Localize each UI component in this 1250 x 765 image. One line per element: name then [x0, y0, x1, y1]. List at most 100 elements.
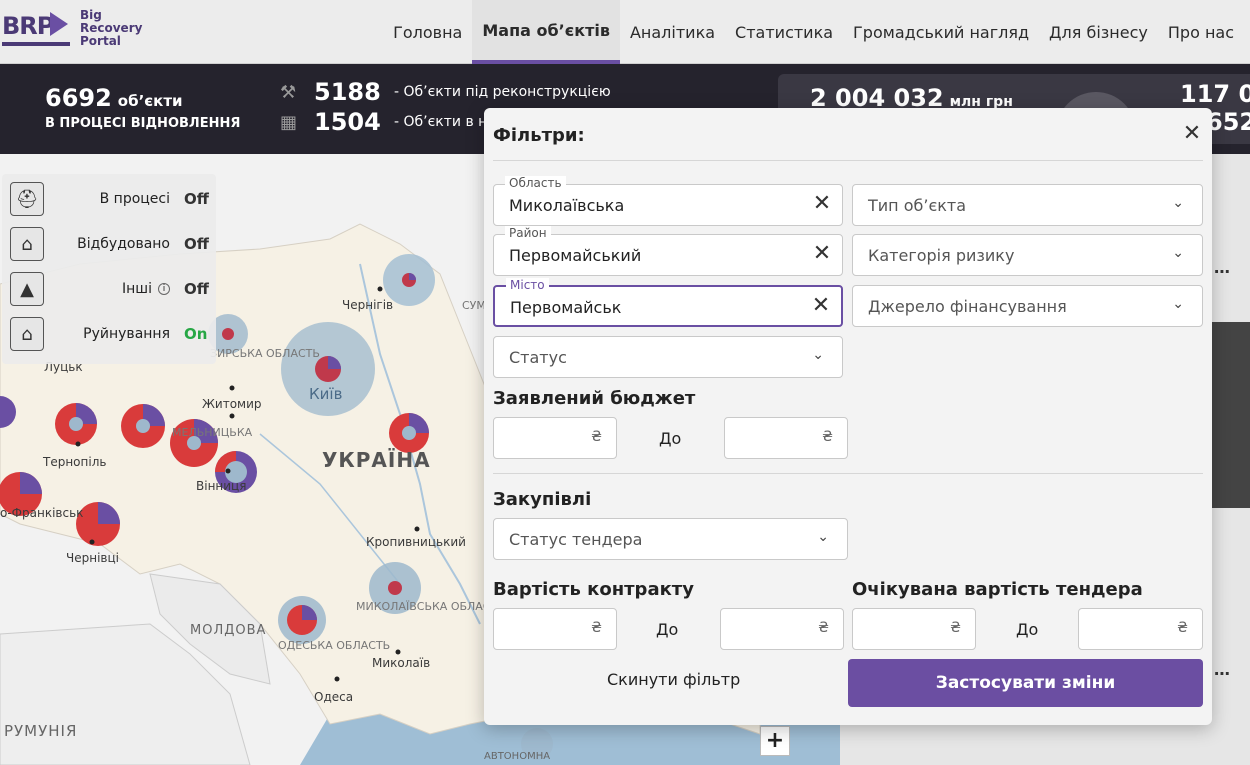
legend-item-rebuilt[interactable]: ⌂ Відбудовано Off: [10, 225, 210, 263]
total-objects-count: 6692: [45, 84, 112, 112]
info-icon[interactable]: i: [158, 283, 170, 295]
clear-icon[interactable]: ✕: [809, 293, 833, 319]
object-photo: [1210, 322, 1250, 508]
nav-item-statistics[interactable]: Статистика: [725, 0, 843, 64]
oblast-value: Миколаївська: [509, 196, 625, 215]
legend-toggle-state[interactable]: On: [184, 325, 210, 343]
country-label-ukraine: УКРАЇНА: [322, 448, 431, 472]
legend-toggle-state[interactable]: Off: [184, 280, 210, 298]
object-type-placeholder: Тип об’єкта: [868, 196, 967, 215]
region-label-odesa: ОДЕСЬКА ОБЛАСТЬ: [278, 640, 390, 652]
currency-sign: ₴: [822, 429, 833, 445]
logo-mark-text: BRP: [2, 12, 54, 40]
modal-title: Фільтри:: [493, 125, 585, 146]
divider: [493, 473, 1203, 474]
legend-label: Відбудовано: [77, 236, 170, 252]
hammer-icon: ⚒: [280, 82, 297, 103]
new-objects-count: 1504: [314, 108, 381, 136]
funding-source-select[interactable]: Джерело фінансування ⌄: [852, 285, 1203, 327]
clear-icon[interactable]: ✕: [810, 191, 834, 217]
zoom-in-button[interactable]: +: [760, 726, 790, 756]
divider: [493, 160, 1203, 161]
risk-category-placeholder: Категорія ризику: [868, 246, 1015, 265]
region-label-mykolaiv: МИКОЛАЇВСЬКА ОБЛАСТЬ: [356, 600, 505, 613]
country-label-romania: РУМУНІЯ: [4, 722, 78, 740]
helmet-icon: ⛑: [10, 182, 44, 216]
object-type-select[interactable]: Тип об’єкта ⌄: [852, 184, 1203, 226]
legend-toggle-state[interactable]: Off: [184, 235, 210, 253]
budget-to-label: До: [659, 429, 682, 448]
city-label-kyiv: Київ: [309, 385, 343, 403]
city-label: Місто: [506, 278, 549, 292]
tender-status-select[interactable]: Статус тендера ⌄: [493, 518, 848, 560]
new-objects-label: - Об’єкти в но: [394, 114, 496, 130]
city-label-vinnytsia: Вінниця: [196, 479, 247, 493]
brick-icon: ▦: [280, 112, 298, 133]
currency-sign: ₴: [1177, 620, 1188, 636]
clear-icon[interactable]: ✕: [810, 241, 834, 267]
city-field[interactable]: Місто Первомайськ ✕: [493, 278, 843, 327]
region-label-sumy: СУМ: [462, 299, 486, 312]
close-icon[interactable]: ✕: [1180, 122, 1204, 146]
chevron-down-icon: ⌄: [1172, 245, 1184, 261]
city-label-kropyvnytskyi: Кропивницький: [366, 535, 466, 549]
legend-item-destruction[interactable]: ⌂ Руйнування On: [10, 315, 210, 353]
total-objects-caption: В ПРОЦЕСІ ВІДНОВЛЕННЯ: [45, 116, 241, 131]
more-options-icon[interactable]: ⋯: [1214, 262, 1230, 281]
reconstruction-label: - Об’єкти під реконструкцією: [394, 84, 611, 100]
total-objects-stat: 6692 об’єкти В ПРОЦЕСІ ВІДНОВЛЕННЯ: [45, 84, 240, 131]
brp-logo-icon: BRP: [0, 8, 74, 48]
main-nav: Головна Мапа об’єктів Аналітика Статисти…: [383, 0, 1244, 64]
budget-from-input[interactable]: ₴: [493, 417, 617, 459]
map-layer-legend: ⛑ В процесі Off ⌂ Відбудовано Off ▲ Інші…: [2, 174, 216, 364]
oblast-label: Область: [505, 176, 566, 190]
warning-icon: ▲: [10, 272, 44, 306]
region-label-crimea: АВТОНОМНА: [484, 751, 551, 762]
status-select[interactable]: Статус ⌄: [493, 336, 843, 378]
tender-from-input[interactable]: ₴: [852, 608, 976, 650]
tender-status-placeholder: Статус тендера: [509, 530, 643, 549]
legend-toggle-state[interactable]: Off: [184, 190, 210, 208]
nav-item-home[interactable]: Головна: [383, 0, 472, 64]
nav-item-about[interactable]: Про нас: [1158, 0, 1244, 64]
contract-from-input[interactable]: ₴: [493, 608, 617, 650]
more-options-icon-2[interactable]: ⋯: [1214, 664, 1230, 683]
right-stat-bottom: 652: [1206, 108, 1250, 136]
raion-field[interactable]: Район Первомайський ✕: [493, 226, 843, 276]
house-icon: ⌂: [10, 227, 44, 261]
oblast-field[interactable]: Область Миколаївська ✕: [493, 176, 843, 226]
nav-item-analytics[interactable]: Аналітика: [620, 0, 725, 64]
new-objects-stat: ▦ 1504 - Об’єкти в но: [280, 108, 496, 136]
budget-section-title: Заявлений бюджет: [493, 388, 696, 409]
city-label-odesa: Одеса: [314, 690, 354, 704]
legend-item-in-progress[interactable]: ⛑ В процесі Off: [10, 180, 210, 218]
apply-changes-button[interactable]: Застосувати зміни: [848, 659, 1203, 707]
procurement-section-title: Закупівлі: [493, 489, 592, 510]
reconstruction-count: 5188: [314, 78, 381, 106]
nav-item-business[interactable]: Для бізнесу: [1039, 0, 1158, 64]
contract-value-section-title: Вартість контракту: [493, 579, 694, 600]
nav-item-map[interactable]: Мапа об’єктів: [472, 0, 620, 64]
reconstruction-stat: ⚒ 5188 - Об’єкти під реконструкцією: [280, 78, 611, 106]
legend-label: Інші i: [44, 281, 184, 297]
legend-item-other[interactable]: ▲ Інші i Off: [10, 270, 210, 308]
budget-to-input[interactable]: ₴: [724, 417, 848, 459]
tender-to-label: До: [1016, 620, 1039, 639]
currency-sign: ₴: [818, 620, 829, 636]
chevron-down-icon: ⌄: [817, 529, 829, 545]
brand-logo[interactable]: BRP Big Recovery Portal: [0, 8, 160, 48]
contract-to-input[interactable]: ₴: [720, 608, 844, 650]
status-placeholder: Статус: [509, 348, 567, 367]
nav-item-public-oversight[interactable]: Громадський нагляд: [843, 0, 1039, 64]
region-label-khmelnytskyi: МЕЛЬНИЦЬКА: [172, 426, 253, 439]
chevron-down-icon: ⌄: [812, 347, 824, 363]
expected-tender-value-section-title: Очікувана вартість тендера: [852, 579, 1143, 600]
funding-source-placeholder: Джерело фінансування: [868, 297, 1067, 316]
brand-name: Big Recovery Portal: [80, 7, 143, 48]
city-label-mykolaiv: Миколаїв: [372, 656, 431, 670]
risk-category-select[interactable]: Категорія ризику ⌄: [852, 234, 1203, 276]
city-value: Первомайськ: [510, 298, 622, 317]
tender-to-input[interactable]: ₴: [1078, 608, 1203, 650]
right-stat-top: 117 00: [1180, 80, 1250, 108]
reset-filter-button[interactable]: Скинути фільтр: [607, 670, 740, 689]
